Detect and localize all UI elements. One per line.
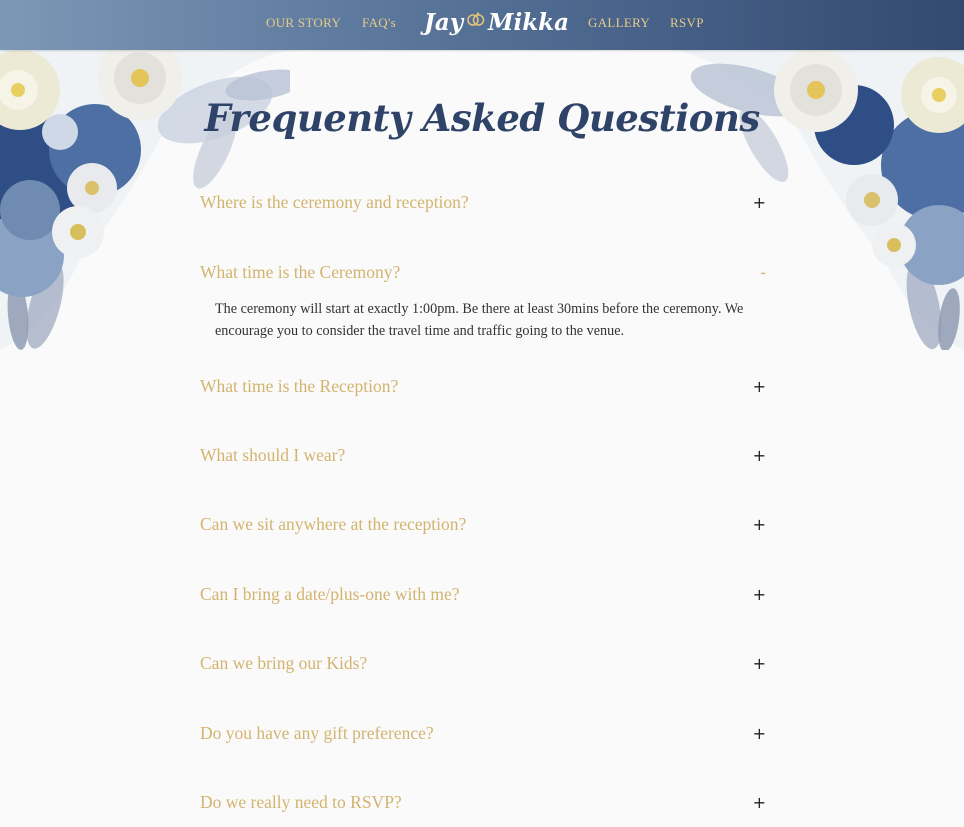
faq-item[interactable]: Where is the ceremony and reception? +	[200, 188, 766, 218]
plus-icon[interactable]: +	[752, 719, 766, 749]
brand-name-second: Mikka	[488, 9, 569, 36]
faq-question: Do we really need to RSVP?	[200, 792, 402, 812]
faq-question: What time is the Reception?	[200, 376, 399, 396]
plus-icon[interactable]: +	[752, 580, 766, 610]
nav-link-rsvp[interactable]: RSVP	[670, 15, 704, 31]
faq-item[interactable]: What should I wear? +	[200, 441, 766, 471]
faq-question: Can I bring a date/plus-one with me?	[200, 584, 460, 604]
brand-name-first: Jay	[424, 9, 464, 36]
faq-question: What time is the Ceremony?	[200, 262, 401, 282]
faq-item[interactable]: Do we really need to RSVP? +	[200, 788, 766, 818]
nav-link-faqs[interactable]: FAQ's	[362, 15, 396, 31]
wedding-rings-icon	[467, 12, 485, 26]
plus-icon[interactable]: +	[752, 510, 766, 540]
faq-question: Can we sit anywhere at the reception?	[200, 514, 467, 534]
faq-question: Where is the ceremony and reception?	[200, 192, 469, 212]
nav-link-gallery[interactable]: GALLERY	[588, 15, 650, 31]
faq-item[interactable]: Can we sit anywhere at the reception? +	[200, 510, 766, 540]
plus-icon[interactable]: +	[752, 188, 766, 218]
faq-item[interactable]: Can I bring a date/plus-one with me? +	[200, 580, 766, 610]
plus-icon[interactable]: +	[752, 441, 766, 471]
faq-answer: The ceremony will start at exactly 1:00p…	[215, 301, 744, 339]
faq-question: Can we bring our Kids?	[200, 653, 368, 673]
faq-item[interactable]: What time is the Reception? +	[200, 372, 766, 402]
faq-item[interactable]: Can we bring our Kids? +	[200, 649, 766, 679]
faq-item[interactable]: Do you have any gift preference? +	[200, 719, 766, 749]
plus-icon[interactable]: +	[752, 788, 766, 818]
faq-item[interactable]: What time is the Ceremony? -	[200, 258, 766, 288]
faq-question: Do you have any gift preference?	[200, 723, 434, 743]
nav-link-our-story[interactable]: OUR STORY	[266, 15, 341, 31]
page-title: Frequenty Asked Questions	[204, 96, 760, 140]
plus-icon[interactable]: +	[752, 372, 766, 402]
top-navigation-bar: OUR STORY FAQ's Jay Mikka GALLERY RSVP	[0, 0, 964, 50]
faq-question: What should I wear?	[200, 445, 346, 465]
plus-icon[interactable]: +	[752, 649, 766, 679]
brand-logo[interactable]: Jay Mikka	[422, 6, 569, 44]
minus-icon[interactable]: -	[752, 258, 766, 288]
